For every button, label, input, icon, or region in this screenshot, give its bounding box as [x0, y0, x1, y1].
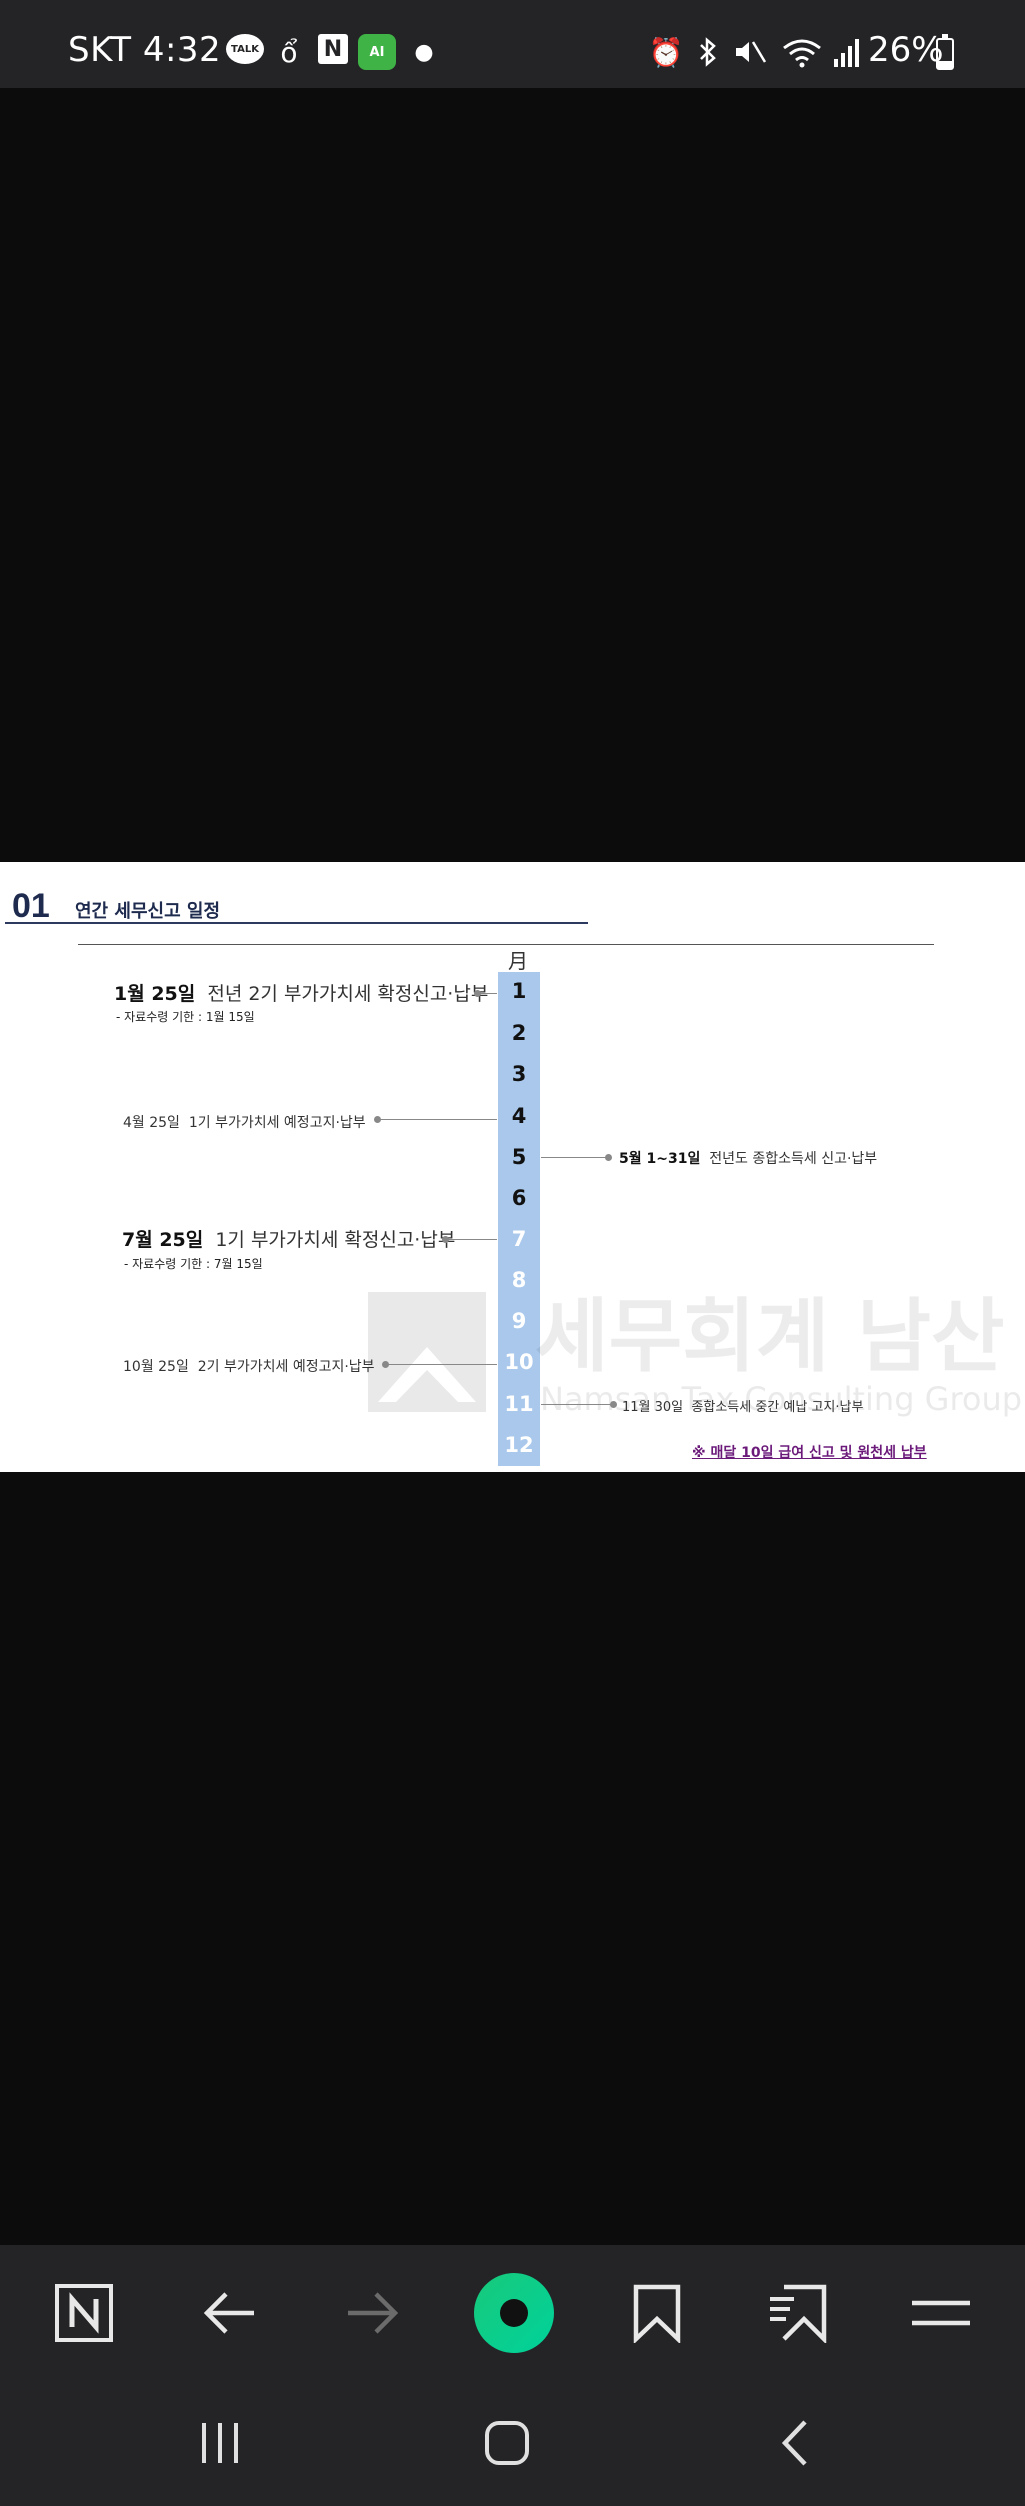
system-nav-bar — [0, 2381, 1025, 2506]
month-header: 月 — [508, 949, 528, 973]
month-label: 6 — [511, 1186, 527, 1210]
event-may-date: 5월 1~31일 — [619, 1151, 701, 1167]
back-icon[interactable] — [749, 2397, 841, 2489]
status-bar: SKT 4:32 TALK ổ N AI ● ⏰ 26% — [0, 0, 1025, 88]
dot-icon: ● — [414, 39, 434, 65]
event-jan: 1월 25일 전년 2기 부가가치세 확정신고·납부 — [114, 979, 488, 1006]
ai-icon-label: AI — [369, 44, 385, 60]
monthly-note: ※ 매달 10일 급여 신고 및 원천세 납부 — [692, 1445, 927, 1461]
bookmark-icon[interactable] — [611, 2267, 703, 2359]
month-label: 1 — [511, 979, 527, 1003]
bookmark-list-icon[interactable] — [753, 2267, 845, 2359]
naver-icon: N — [318, 34, 348, 64]
signal-icon — [830, 34, 864, 70]
connector — [474, 990, 497, 997]
connector — [442, 1236, 497, 1243]
connector — [541, 1154, 612, 1161]
event-apr: 4월 25일 1기 부가가치세 예정고지·납부 — [123, 1112, 366, 1132]
bluetooth-icon — [690, 34, 726, 70]
event-jul: 7월 25일 1기 부가가치세 확정신고·납부 — [122, 1225, 455, 1252]
mute-icon — [731, 34, 769, 70]
browser-toolbar — [0, 2245, 1025, 2381]
month-label: 8 — [511, 1268, 527, 1292]
event-oct-date: 10월 25일 — [123, 1359, 189, 1375]
month-label: 10 — [504, 1350, 534, 1374]
alarm-icon: ⏰ — [648, 35, 684, 69]
naver-home-icon[interactable] — [38, 2267, 130, 2359]
event-nov-desc: 종합소득세 중간 예납 고지·납부 — [691, 1400, 864, 1415]
connector — [541, 1401, 617, 1408]
event-jan-note: - 자료수령 기한 : 1월 15일 — [116, 1010, 255, 1024]
event-jul-date: 7월 25일 — [122, 1229, 204, 1251]
home-icon[interactable] — [461, 2397, 553, 2489]
kakaotalk-icon: TALK — [226, 34, 264, 64]
section-underline — [5, 922, 588, 924]
month-label: 5 — [511, 1145, 527, 1169]
green-dot-icon[interactable] — [468, 2267, 560, 2359]
wifi-icon — [779, 34, 825, 70]
month-label: 12 — [504, 1433, 534, 1457]
event-jul-note: - 자료수령 기한 : 7월 15일 — [124, 1257, 263, 1271]
section-number: 01 — [12, 887, 50, 925]
carrier-time: SKT 4:32 — [68, 30, 221, 70]
battery-icon — [936, 34, 954, 70]
watermark-text: 세무회계 남산 — [535, 1290, 1005, 1383]
ai-app-icon: AI — [358, 34, 396, 70]
month-label: 2 — [511, 1021, 527, 1045]
menu-icon[interactable] — [895, 2267, 987, 2359]
watermark-logo-icon — [368, 1292, 486, 1412]
connector — [374, 1116, 497, 1123]
naver-icon-label: N — [323, 36, 343, 62]
event-may: 5월 1~31일 전년도 종합소득세 신고·납부 — [619, 1148, 877, 1168]
month-label: 7 — [511, 1227, 527, 1251]
event-jan-date: 1월 25일 — [114, 983, 196, 1005]
event-may-desc: 전년도 종합소득세 신고·납부 — [709, 1151, 878, 1167]
month-label: 9 — [511, 1309, 527, 1333]
month-label: 11 — [504, 1392, 534, 1416]
event-apr-desc: 1기 부가가치세 예정고지·납부 — [188, 1115, 366, 1131]
event-nov-date: 11월 30일 — [622, 1400, 684, 1415]
battery-percent: 26% — [868, 30, 944, 70]
section-title: 연간 세무신고 일정 — [75, 901, 221, 922]
forward-arrow-icon[interactable] — [326, 2267, 418, 2359]
month-label: 3 — [511, 1062, 527, 1086]
tax-schedule-image: 01 연간 세무신고 일정 月 1 2 3 4 5 6 7 8 9 10 11 … — [0, 862, 1025, 1472]
talk-label: TALK — [231, 43, 259, 55]
connector — [382, 1361, 497, 1368]
event-oct: 10월 25일 2기 부가가치세 예정고지·납부 — [123, 1356, 375, 1376]
back-arrow-icon[interactable] — [184, 2267, 276, 2359]
recent-apps-icon[interactable] — [174, 2397, 266, 2489]
event-nov: 11월 30일 종합소득세 중간 예납 고지·납부 — [622, 1396, 863, 1415]
event-oct-desc: 2기 부가가치세 예정고지·납부 — [197, 1359, 375, 1375]
month-label: 4 — [511, 1104, 527, 1128]
event-jan-desc: 전년 2기 부가가치세 확정신고·납부 — [207, 983, 489, 1005]
event-jul-desc: 1기 부가가치세 확정신고·납부 — [215, 1229, 456, 1251]
clock: 4:32 — [142, 30, 222, 70]
drop-icon: ổ — [280, 35, 298, 69]
divider — [78, 944, 934, 945]
event-apr-date: 4월 25일 — [123, 1115, 180, 1131]
carrier-label: SKT — [68, 30, 132, 70]
